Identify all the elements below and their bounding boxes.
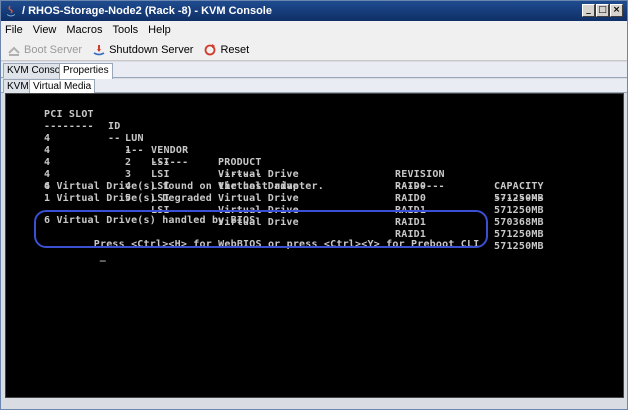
row-vendor: LSI: [151, 157, 170, 168]
row-product: Virtual Drive: [218, 193, 299, 204]
menu-view[interactable]: View: [33, 24, 57, 36]
shutdown-server-button[interactable]: Shutdown Server: [92, 43, 193, 57]
row-capacity: 571250MB: [494, 241, 544, 252]
header-id: ID: [108, 121, 121, 132]
title-bar[interactable]: / RHOS-Storage-Node2 (Rack -8) - KVM Con…: [1, 1, 627, 21]
shutdown-server-label: Shutdown Server: [109, 43, 194, 56]
shutdown-icon: [93, 44, 105, 55]
row-product: Virtual Drive: [218, 169, 299, 180]
boot-icon: [8, 46, 20, 56]
menu-file[interactable]: File: [5, 24, 23, 36]
console-header-rule: -------- -- --- ------ ------- -------- …: [6, 109, 544, 204]
console-header: PCI SLOT ID LUN VENDOR PRODUCT REVISION …: [6, 97, 544, 192]
header-capacity: CAPACITY: [494, 181, 544, 192]
reset-button[interactable]: Reset: [203, 43, 249, 57]
header-revision: REVISION: [395, 169, 445, 180]
table-row: 4 5 LSI Virtual Drive RAID1 571250MB: [6, 169, 544, 252]
annotation-highlight-outline: [34, 210, 488, 248]
menu-bar: File View Macros Tools Help: [1, 21, 627, 39]
message-found: 6 Virtual Drive(s) found on the host ada…: [44, 181, 324, 192]
kvm-window: / RHOS-Storage-Node2 (Rack -8) - KVM Con…: [0, 0, 628, 410]
header-vendor: VENDOR: [151, 145, 189, 156]
row-capacity: 570368MB: [494, 217, 544, 228]
reset-icon: [205, 43, 216, 55]
boot-server-label: Boot Server: [24, 43, 83, 56]
window-controls: _ □ ×: [582, 4, 623, 17]
tab-properties[interactable]: Properties: [59, 63, 113, 79]
menu-tools[interactable]: Tools: [112, 24, 138, 36]
reset-label: Reset: [220, 43, 250, 56]
minimize-button[interactable]: _: [582, 4, 595, 17]
row-capacity: 571250MB: [494, 193, 544, 204]
text-cursor: _: [99, 251, 106, 262]
close-button[interactable]: ×: [610, 4, 623, 17]
row-revision: RAID0: [395, 181, 427, 192]
toolbar: Boot Server Shutdown Server Reset: [1, 39, 627, 61]
sub-tab-strip: KVM Virtual Media: [1, 79, 627, 93]
menu-macros[interactable]: Macros: [66, 24, 102, 36]
boot-server-button[interactable]: Boot Server: [7, 43, 82, 57]
row-lun: 1: [125, 145, 132, 156]
tab-virtual-media[interactable]: Virtual Media: [29, 79, 96, 93]
menu-help[interactable]: Help: [148, 24, 171, 36]
row-vendor: LSI: [151, 169, 170, 180]
row-revision: RAID0: [395, 193, 427, 204]
maximize-button[interactable]: □: [596, 4, 609, 17]
row-lun: 3: [125, 169, 132, 180]
row-capacity: 571250MB: [494, 229, 544, 240]
message-degraded: 1 Virtual Drive(s) Degraded: [44, 193, 212, 204]
main-tab-strip: KVM Console Properties: [1, 62, 627, 79]
java-app-icon: [7, 5, 15, 17]
rule-id: --: [108, 133, 121, 144]
row-capacity: 571250MB: [494, 205, 544, 216]
row-lun: 2: [125, 157, 132, 168]
header-product: PRODUCT: [218, 157, 262, 168]
table-row: 4 4 LSI Virtual Drive RAID1 571250MB: [6, 157, 544, 240]
header-lun: LUN: [125, 133, 144, 144]
window-title: / RHOS-Storage-Node2 (Rack -8) - KVM Con…: [22, 5, 272, 17]
table-row: 4 2 LSI Virtual Drive RAID0 571250MB: [6, 133, 544, 216]
table-row: 4 1 LSI Virtual Drive RAID0 571250MB: [6, 121, 544, 204]
kvm-console-screen[interactable]: PCI SLOT ID LUN VENDOR PRODUCT REVISION …: [5, 93, 624, 398]
table-row: 4 3 LSI Virtual Drive RAID1 570368MB: [6, 145, 544, 228]
